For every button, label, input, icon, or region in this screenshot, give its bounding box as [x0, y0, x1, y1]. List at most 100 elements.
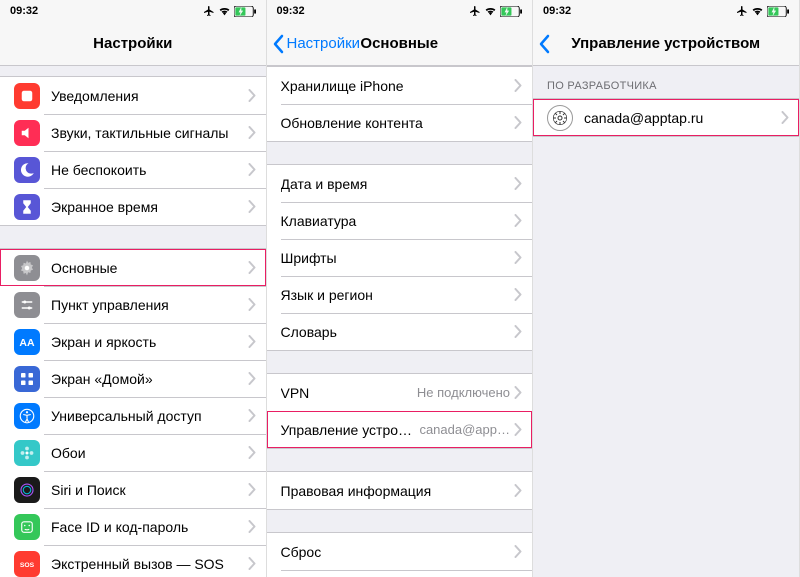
battery-icon	[500, 6, 522, 17]
row-label: Уведомления	[51, 88, 248, 104]
chevron-right-icon	[248, 298, 256, 311]
row-1-4[interactable]: Словарь	[267, 313, 533, 350]
row-0-0[interactable]: Хранилище iPhone	[267, 67, 533, 104]
faceid-icon	[14, 514, 40, 540]
row-value: Не подключено	[417, 385, 510, 400]
row-2-0[interactable]: VPNНе подключено	[267, 374, 533, 411]
sos-icon: SOS	[14, 551, 40, 577]
row-sos[interactable]: SOS Экстренный вызов — SOS	[0, 545, 266, 577]
chevron-right-icon	[514, 116, 522, 129]
row-moon[interactable]: Не беспокоить	[0, 151, 266, 188]
status-bar: 09:32	[0, 0, 266, 22]
row-2-1[interactable]: Управление устройствомcanada@app…	[267, 411, 533, 448]
chevron-right-icon	[514, 386, 522, 399]
status-time: 09:32	[277, 5, 305, 17]
homegrid-icon	[14, 366, 40, 392]
row-3-0[interactable]: Правовая информация	[267, 472, 533, 509]
back-button[interactable]	[539, 34, 553, 54]
row-1-3[interactable]: Язык и регион	[267, 276, 533, 313]
status-time: 09:32	[10, 5, 38, 17]
row-4-0[interactable]: Сброс	[267, 533, 533, 570]
row-faceid[interactable]: Face ID и код-пароль	[0, 508, 266, 545]
row-label: Универсальный доступ	[51, 408, 248, 424]
row-label: Пункт управления	[51, 297, 248, 313]
row-gear[interactable]: Основные	[0, 249, 266, 286]
general-list[interactable]: Хранилище iPhone Обновление контента Дата …	[267, 66, 533, 577]
row-label: Не беспокоить	[51, 162, 248, 178]
chevron-right-icon	[248, 372, 256, 385]
page-title: Управление устройством	[571, 35, 760, 52]
access-icon	[14, 403, 40, 429]
row-siri[interactable]: Siri и Поиск	[0, 471, 266, 508]
row-1-2[interactable]: Шрифты	[267, 239, 533, 276]
section-header: По разработчика	[533, 66, 799, 98]
row-label: canada@apptap.ru	[584, 110, 781, 126]
row-access[interactable]: Универсальный доступ	[0, 397, 266, 434]
chevron-right-icon	[248, 483, 256, 496]
battery-icon	[234, 6, 256, 17]
row-homegrid[interactable]: Экран «Домой»	[0, 360, 266, 397]
row-label: Face ID и код-пароль	[51, 519, 248, 535]
row-notif[interactable]: Уведомления	[0, 77, 266, 114]
status-bar: 09:32	[533, 0, 799, 22]
row-value: canada@app…	[419, 422, 510, 437]
page-title: Настройки	[93, 35, 172, 52]
row-label: Правовая информация	[281, 483, 515, 499]
chevron-left-icon	[539, 34, 551, 54]
row-label: Управление устройством	[281, 422, 420, 438]
nav-bar: Управление устройством	[533, 22, 799, 66]
row-hourglass[interactable]: Экранное время	[0, 188, 266, 225]
chevron-right-icon	[248, 261, 256, 274]
nav-bar: Настройки	[0, 22, 266, 66]
row-4-1[interactable]: Выключить	[267, 570, 533, 577]
page-title: Основные	[360, 35, 438, 52]
chevron-right-icon	[514, 177, 522, 190]
chevron-right-icon	[248, 446, 256, 459]
row-label: Хранилище iPhone	[281, 78, 515, 94]
status-time: 09:32	[543, 5, 571, 17]
row-0-1[interactable]: Обновление контента	[267, 104, 533, 141]
row-label: VPN	[281, 385, 417, 401]
hourglass-icon	[14, 194, 40, 220]
flower-icon	[14, 440, 40, 466]
row-label: Сброс	[281, 544, 515, 560]
siri-icon	[14, 477, 40, 503]
chevron-right-icon	[248, 335, 256, 348]
row-label: Обновление контента	[281, 115, 515, 131]
chevron-right-icon	[514, 423, 522, 436]
status-bar: 09:32	[267, 0, 533, 22]
row-1-1[interactable]: Клавиатура	[267, 202, 533, 239]
back-button[interactable]: Настройки	[273, 34, 361, 54]
row-label: Обои	[51, 445, 248, 461]
chevron-right-icon	[248, 89, 256, 102]
chevron-right-icon	[514, 484, 522, 497]
airplane-icon	[736, 5, 748, 17]
wifi-icon	[484, 6, 497, 16]
row-label: Экстренный вызов — SOS	[51, 556, 248, 572]
row-label: Основные	[51, 260, 248, 276]
display-icon: AA	[14, 329, 40, 355]
chevron-left-icon	[273, 34, 285, 54]
chevron-right-icon	[248, 126, 256, 139]
row-label: Дата и время	[281, 176, 515, 192]
row-label: Siri и Поиск	[51, 482, 248, 498]
row-sliders[interactable]: Пункт управления	[0, 286, 266, 323]
row-sound[interactable]: Звуки, тактильные сигналы	[0, 114, 266, 151]
row-label: Экран «Домой»	[51, 371, 248, 387]
device-mgmt-list[interactable]: По разработчика canada@apptap.ru	[533, 66, 799, 577]
chevron-right-icon	[514, 325, 522, 338]
row-1-0[interactable]: Дата и время	[267, 165, 533, 202]
row-display[interactable]: AAЭкран и яркость	[0, 323, 266, 360]
chevron-right-icon	[248, 200, 256, 213]
row-flower[interactable]: Обои	[0, 434, 266, 471]
row-developer-profile[interactable]: canada@apptap.ru	[533, 99, 799, 136]
settings-list[interactable]: Уведомления Звуки, тактильные сигналы Не б…	[0, 66, 266, 577]
gear-circle-icon	[547, 105, 573, 131]
notif-icon	[14, 83, 40, 109]
gear-icon	[14, 255, 40, 281]
row-label: Шрифты	[281, 250, 515, 266]
moon-icon	[14, 157, 40, 183]
row-label: Клавиатура	[281, 213, 515, 229]
chevron-right-icon	[781, 111, 789, 124]
chevron-right-icon	[514, 251, 522, 264]
